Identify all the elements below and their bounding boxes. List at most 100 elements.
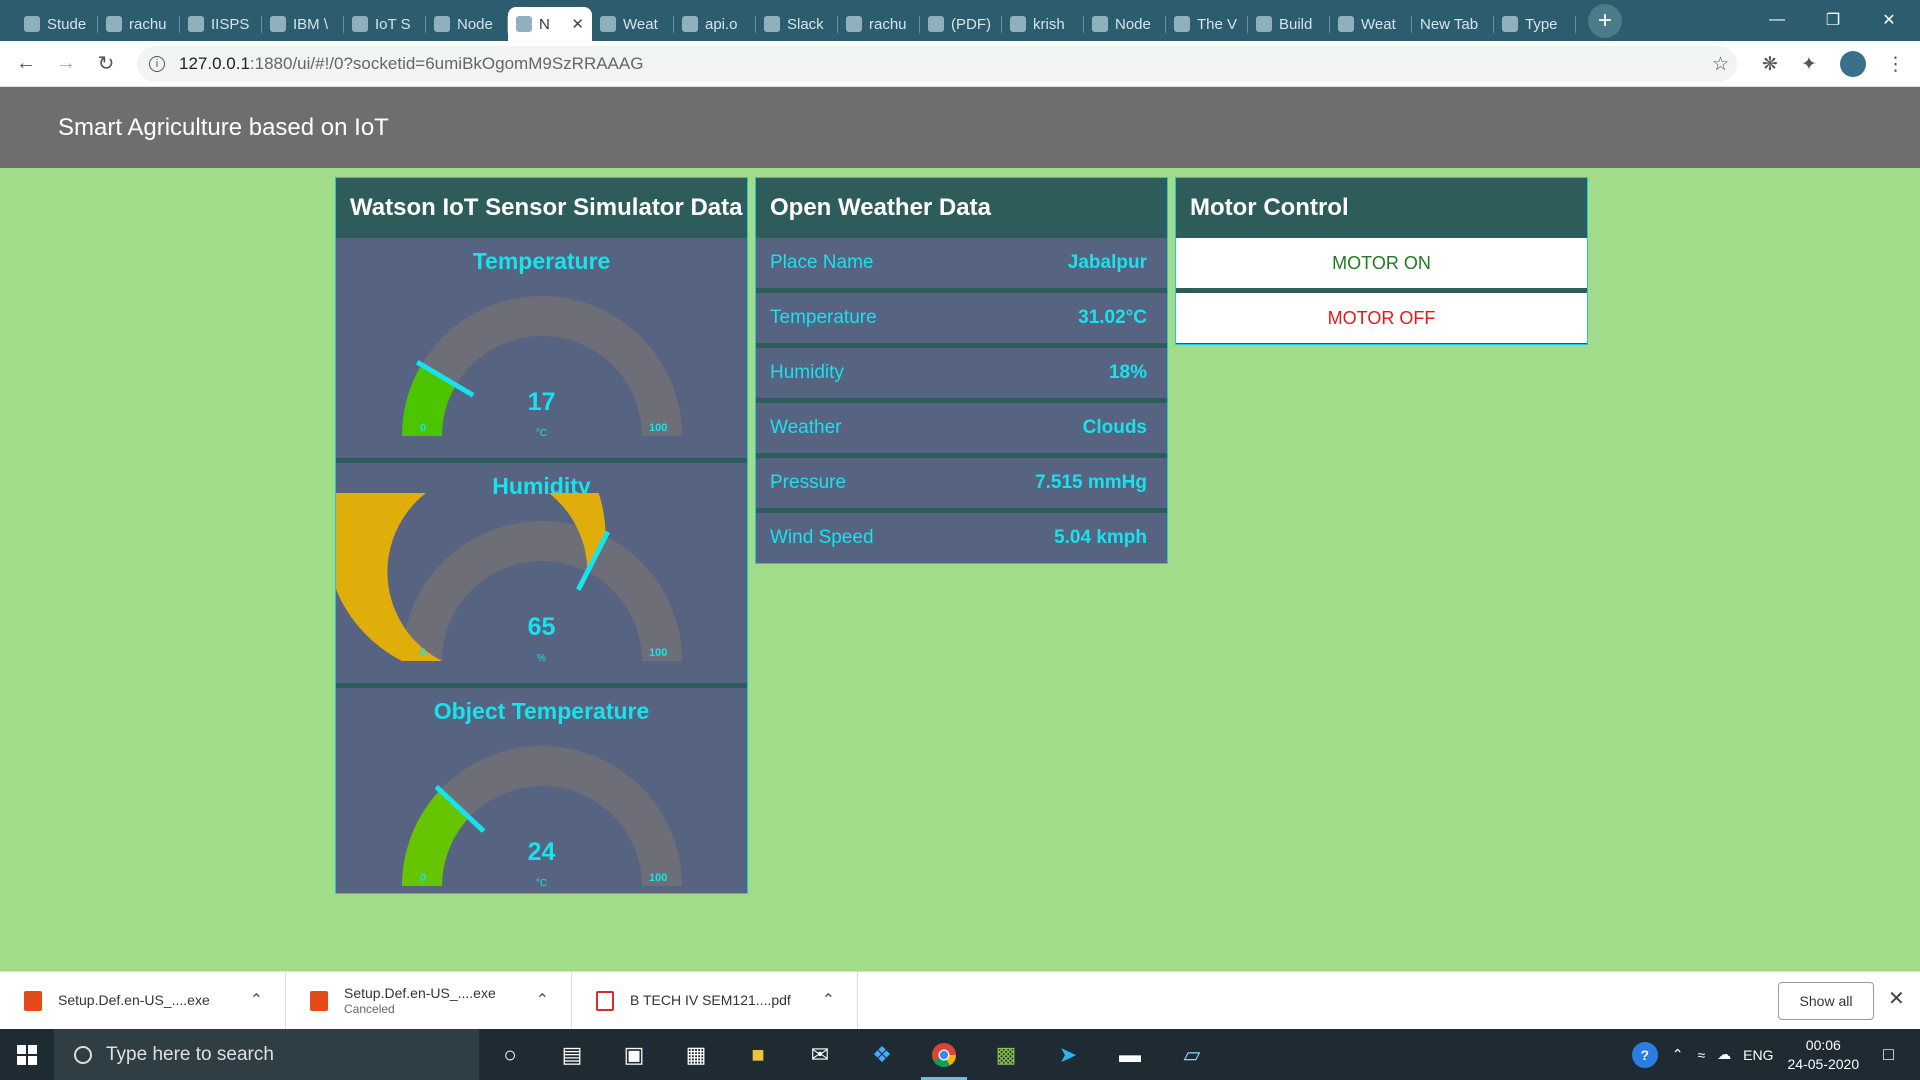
store-icon[interactable]: ▦ <box>665 1029 727 1080</box>
tab-label: Node <box>457 15 493 33</box>
show-all-downloads-button[interactable]: Show all <box>1778 982 1874 1020</box>
url-field[interactable]: i 127.0.0.1:1880/ui/#!/0?socketid=6umiBk… <box>137 46 1737 82</box>
download-item[interactable]: Setup.Def.en-US_....exe Canceled ⌃ <box>286 971 572 1030</box>
globe-icon <box>682 16 698 32</box>
clock[interactable]: 00:06 24-05-2020 <box>1788 1036 1860 1074</box>
weather-row-value: Jabalpur <box>1067 252 1147 273</box>
browser-tab[interactable]: api.o <box>674 7 756 41</box>
youtube-icon <box>1092 16 1108 32</box>
browser-tab[interactable]: krish <box>1002 7 1084 41</box>
motor-on-button[interactable]: MOTOR ON <box>1176 238 1587 288</box>
browser-tab[interactable]: (PDF) <box>920 7 1002 41</box>
nodered-icon <box>1338 16 1354 32</box>
back-arrow-icon[interactable]: ← <box>6 44 46 84</box>
download-item[interactable]: B TECH IV SEM121....pdf ⌃ <box>572 971 858 1030</box>
clock-time: 00:06 <box>1805 1036 1841 1053</box>
browser-tab[interactable]: Node <box>1084 7 1166 41</box>
browser-tab[interactable]: IoT S <box>344 7 426 41</box>
taskbar-search-box[interactable]: Type here to search <box>54 1029 479 1080</box>
open-weather-group: Open Weather Data Place Name Jabalpur Tem… <box>755 177 1168 564</box>
site-info-icon[interactable]: i <box>149 56 165 72</box>
download-item[interactable]: Setup.Def.en-US_....exe ⌃ <box>0 971 286 1030</box>
forward-arrow-icon[interactable]: → <box>46 44 86 84</box>
language-indicator[interactable]: ENG <box>1743 1047 1773 1063</box>
weather-row-label: Pressure <box>770 472 847 493</box>
close-tab-icon[interactable]: ✕ <box>571 15 584 33</box>
bookmark-star-icon[interactable]: ☆ <box>1712 48 1729 80</box>
nodered-icon <box>1256 16 1272 32</box>
browser-tab[interactable]: Slack <box>756 7 838 41</box>
tab-label: rachu <box>129 15 167 33</box>
browser-menu-icon[interactable]: ⋮ <box>1886 48 1905 80</box>
gauge-value: 65 <box>527 613 556 641</box>
cloud-icon[interactable]: ☁ <box>1717 1046 1731 1063</box>
weather-row-label: Weather <box>770 417 842 438</box>
chevron-up-icon[interactable]: ⌃ <box>536 990 549 1010</box>
help-icon[interactable]: ? <box>1631 1041 1658 1068</box>
tab-label: IISPS <box>211 15 250 33</box>
tab-label: krish <box>1033 15 1065 33</box>
tab-label: Slack <box>787 15 824 33</box>
file-explorer-icon[interactable]: ■ <box>727 1029 789 1080</box>
sensor-group-title: Watson IoT Sensor Simulator Data <box>336 178 747 238</box>
chrome-icon[interactable] <box>913 1029 975 1080</box>
close-downloads-icon[interactable]: ✕ <box>1888 986 1905 1011</box>
close-window-icon[interactable]: ✕ <box>1864 0 1914 40</box>
vscode-icon[interactable]: ➤ <box>1037 1029 1099 1080</box>
gauge-min: 0 <box>420 872 427 884</box>
tab-label: IoT S <box>375 15 411 33</box>
tab-label: api.o <box>705 15 738 33</box>
chevron-up-icon[interactable]: ⌃ <box>1672 1046 1684 1063</box>
browser-tab[interactable]: Type <box>1494 7 1576 41</box>
new-tab-button[interactable]: + <box>1588 4 1622 38</box>
extensions-puzzle-icon[interactable]: ✦ <box>1801 48 1817 80</box>
dropbox-icon[interactable]: ❖ <box>851 1029 913 1080</box>
app-icon[interactable]: ▣ <box>603 1029 665 1080</box>
browser-tab[interactable]: The V <box>1166 7 1248 41</box>
motor-off-button[interactable]: MOTOR OFF <box>1176 293 1587 343</box>
browser-tab[interactable]: IBM \ <box>262 7 344 41</box>
spreadsheet-icon[interactable]: ▩ <box>975 1029 1037 1080</box>
weather-row: Humidity 18% <box>756 348 1167 398</box>
windows-start-icon[interactable] <box>0 1029 54 1080</box>
notification-icon[interactable]: □ <box>1883 1044 1894 1065</box>
browser-tab[interactable]: rachu <box>838 7 920 41</box>
weather-row-value: 31.02°C <box>1078 307 1147 328</box>
mail-icon[interactable]: ✉ <box>789 1029 851 1080</box>
minimize-icon[interactable]: — <box>1752 0 1802 40</box>
tab-label: Node <box>1115 15 1151 33</box>
chevron-up-icon[interactable]: ⌃ <box>250 990 263 1010</box>
browser-tab[interactable]: Stude <box>16 7 98 41</box>
browser-tab[interactable]: New Tab <box>1412 7 1494 41</box>
browser-tab[interactable]: rachu <box>98 7 180 41</box>
browser-tab[interactable]: IISPS <box>180 7 262 41</box>
task-view-icon[interactable]: ▤ <box>541 1029 603 1080</box>
reload-icon[interactable]: ↻ <box>86 44 126 84</box>
browser-tab[interactable]: Weat <box>592 7 674 41</box>
tab-label: The V <box>1197 15 1238 33</box>
extension-bug-icon[interactable]: ❋ <box>1762 48 1778 80</box>
weather-row: Pressure 7.515 mmHg <box>756 458 1167 508</box>
terminal-icon[interactable]: ▬ <box>1099 1029 1161 1080</box>
browser-tab[interactable]: Build <box>1248 7 1330 41</box>
browser-tab[interactable]: Node <box>426 7 508 41</box>
weather-row: Weather Clouds <box>756 403 1167 453</box>
wifi-icon[interactable]: ≈ <box>1697 1047 1705 1063</box>
browser-tab-strip: Stude rachu IISPS IBM \ IoT S Node N ✕ Weat api.o… <box>0 0 1920 41</box>
restore-icon[interactable]: ❐ <box>1808 0 1858 40</box>
download-status: Canceled <box>344 1002 395 1016</box>
weather-row: Place Name Jabalpur <box>756 238 1167 288</box>
system-tray: ? ⌃ ≈ ☁ ENG 00:06 24-05-2020 □ <box>1631 1029 1920 1080</box>
browser-tab[interactable]: N ✕ <box>508 7 592 41</box>
chevron-up-icon[interactable]: ⌃ <box>822 990 835 1010</box>
notes-icon[interactable]: ▱ <box>1161 1029 1223 1080</box>
downloads-bar: Setup.Def.en-US_....exe ⌃ Setup.Def.en-U… <box>0 971 1920 1030</box>
tab-label: New Tab <box>1420 15 1479 33</box>
tab-label: rachu <box>869 15 907 33</box>
researchgate-icon <box>928 16 944 32</box>
gauge-max: 100 <box>649 647 668 659</box>
cortana-icon[interactable]: ○ <box>479 1029 541 1080</box>
profile-avatar[interactable] <box>1840 48 1866 80</box>
tab-label: Stude <box>47 15 87 33</box>
browser-tab[interactable]: Weat <box>1330 7 1412 41</box>
